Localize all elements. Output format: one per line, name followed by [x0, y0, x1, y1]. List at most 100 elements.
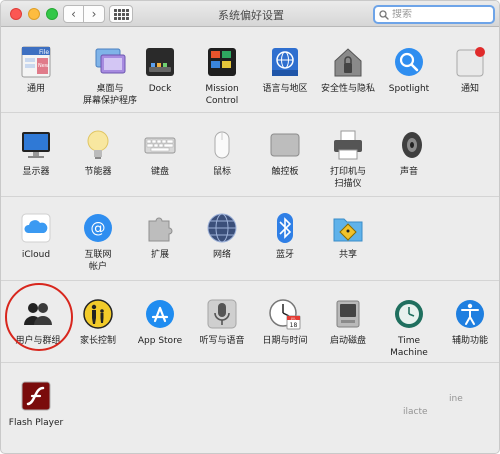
pane-label: 通用 [26, 84, 45, 94]
dictation-speech-icon [205, 297, 239, 331]
pane-label: 触控板 [271, 167, 299, 177]
pref-pane-dictation-speech[interactable]: 听写与语音 [191, 297, 253, 347]
flash-player-icon [19, 379, 53, 413]
pane-label: 扩展 [150, 250, 169, 260]
pref-pane-sharing[interactable]: 共享 [317, 211, 379, 261]
displays-icon [19, 128, 53, 162]
pref-pane-mission-control[interactable]: Mission Control [191, 45, 253, 107]
keyboard-icon [143, 128, 177, 162]
dock-icon [143, 45, 177, 79]
app-store-icon [143, 297, 177, 331]
pane-label: 显示器 [22, 167, 50, 177]
pref-pane-notifications[interactable]: 通知 [439, 45, 499, 95]
pane-label: 互联网 帐户 [84, 250, 112, 272]
svg-text:@: @ [91, 219, 106, 237]
search-field[interactable] [373, 5, 495, 24]
pane-label: 家长控制 [79, 336, 116, 346]
pane-label: Mission Control [205, 84, 239, 106]
pane-label: Spotlight [388, 84, 430, 94]
section-divider [1, 280, 499, 281]
date-time-icon: JUL 18 [268, 297, 302, 331]
pane-label: 打印机与 扫描仪 [329, 167, 366, 189]
search-icon [379, 9, 389, 20]
pref-pane-sound[interactable]: 声音 [378, 128, 440, 178]
pref-pane-spotlight[interactable]: Spotlight [378, 45, 440, 95]
pane-label: 日期与时间 [262, 336, 308, 346]
language-region-icon [268, 45, 302, 79]
startup-disk-icon [331, 297, 365, 331]
pane-label: 听写与语音 [199, 336, 245, 346]
section-divider [1, 112, 499, 113]
watermark-line2: ilacte [403, 407, 428, 417]
bluetooth-icon [268, 211, 302, 245]
title-bar: ‹ › 系统偏好设置 [1, 1, 499, 27]
pref-pane-printers-scanners[interactable]: 打印机与 扫描仪 [317, 128, 379, 190]
pref-pane-language-region[interactable]: 语言与地区 [254, 45, 316, 95]
energy-saver-icon [81, 128, 115, 162]
security-privacy-icon [331, 45, 365, 79]
pane-label: 蓝牙 [275, 250, 294, 260]
pref-pane-parental-controls[interactable]: 家长控制 [67, 297, 129, 347]
pref-pane-app-store[interactable]: App Store [129, 297, 191, 347]
accessibility-icon [453, 297, 487, 331]
general-icon: File New [19, 45, 53, 79]
pane-label: 辅助功能 [451, 336, 488, 346]
pref-pane-network[interactable]: 网络 [191, 211, 253, 261]
pane-label: 网络 [212, 250, 231, 260]
pref-pane-keyboard[interactable]: 键盘 [129, 128, 191, 178]
pane-label: 键盘 [150, 167, 169, 177]
section-divider [1, 196, 499, 197]
parental-controls-icon [81, 297, 115, 331]
svg-text:New: New [38, 63, 49, 69]
desktop-screensaver-icon [93, 45, 127, 79]
pref-pane-extensions[interactable]: 扩展 [129, 211, 191, 261]
mission-control-icon [205, 45, 239, 79]
pref-pane-bluetooth[interactable]: 蓝牙 [254, 211, 316, 261]
section-divider [1, 362, 499, 363]
pref-pane-time-machine[interactable]: Time Machine [378, 297, 440, 359]
highlight-circle [5, 283, 73, 351]
pref-pane-energy-saver[interactable]: 节能器 [67, 128, 129, 178]
network-icon [205, 211, 239, 245]
watermark-line1: ine [449, 394, 463, 404]
pane-label: 语言与地区 [262, 84, 308, 94]
search-input[interactable] [392, 9, 488, 20]
pref-pane-internet-accounts[interactable]: @ 互联网 帐户 [67, 211, 129, 273]
pref-pane-date-time[interactable]: JUL 18 日期与时间 [254, 297, 316, 347]
system-preferences-window: ‹ › 系统偏好设置 File [0, 0, 500, 454]
pref-pane-dock[interactable]: Dock [129, 45, 191, 95]
pane-label: Dock [148, 84, 172, 94]
pref-pane-general[interactable]: File New 通用 [5, 45, 67, 95]
pref-pane-icloud[interactable]: iCloud [5, 211, 67, 261]
svg-text:File: File [39, 49, 49, 56]
calendar-day-text: 18 [290, 322, 298, 329]
pane-label: 鼠标 [212, 167, 231, 177]
pref-pane-displays[interactable]: 显示器 [5, 128, 67, 178]
icloud-icon [19, 211, 53, 245]
pane-label: 安全性与隐私 [320, 84, 375, 94]
calendar-month-text: JUL [290, 316, 296, 320]
printers-scanners-icon [331, 128, 365, 162]
pane-label: Flash Player [8, 418, 64, 428]
pref-pane-startup-disk[interactable]: 启动磁盘 [317, 297, 379, 347]
trackpad-icon [268, 128, 302, 162]
pref-pane-security-privacy[interactable]: 安全性与隐私 [317, 45, 379, 95]
pane-label: 共享 [338, 250, 357, 260]
pane-label: Time Machine [390, 336, 428, 358]
pane-label: iCloud [21, 250, 51, 260]
time-machine-icon [392, 297, 426, 331]
pane-label: App Store [137, 336, 183, 346]
pane-label: 声音 [399, 167, 418, 177]
sound-icon [392, 128, 426, 162]
pref-pane-mouse[interactable]: 鼠标 [191, 128, 253, 178]
sharing-icon [331, 211, 365, 245]
internet-accounts-icon: @ [81, 211, 115, 245]
pref-pane-accessibility[interactable]: 辅助功能 [439, 297, 499, 347]
pref-pane-trackpad[interactable]: 触控板 [254, 128, 316, 178]
pane-label: 启动磁盘 [329, 336, 366, 346]
extensions-icon [143, 211, 177, 245]
mouse-icon [205, 128, 239, 162]
notifications-icon [453, 45, 487, 79]
watermark: ine ilacte [403, 393, 483, 419]
pref-pane-flash-player[interactable]: Flash Player [5, 379, 67, 429]
